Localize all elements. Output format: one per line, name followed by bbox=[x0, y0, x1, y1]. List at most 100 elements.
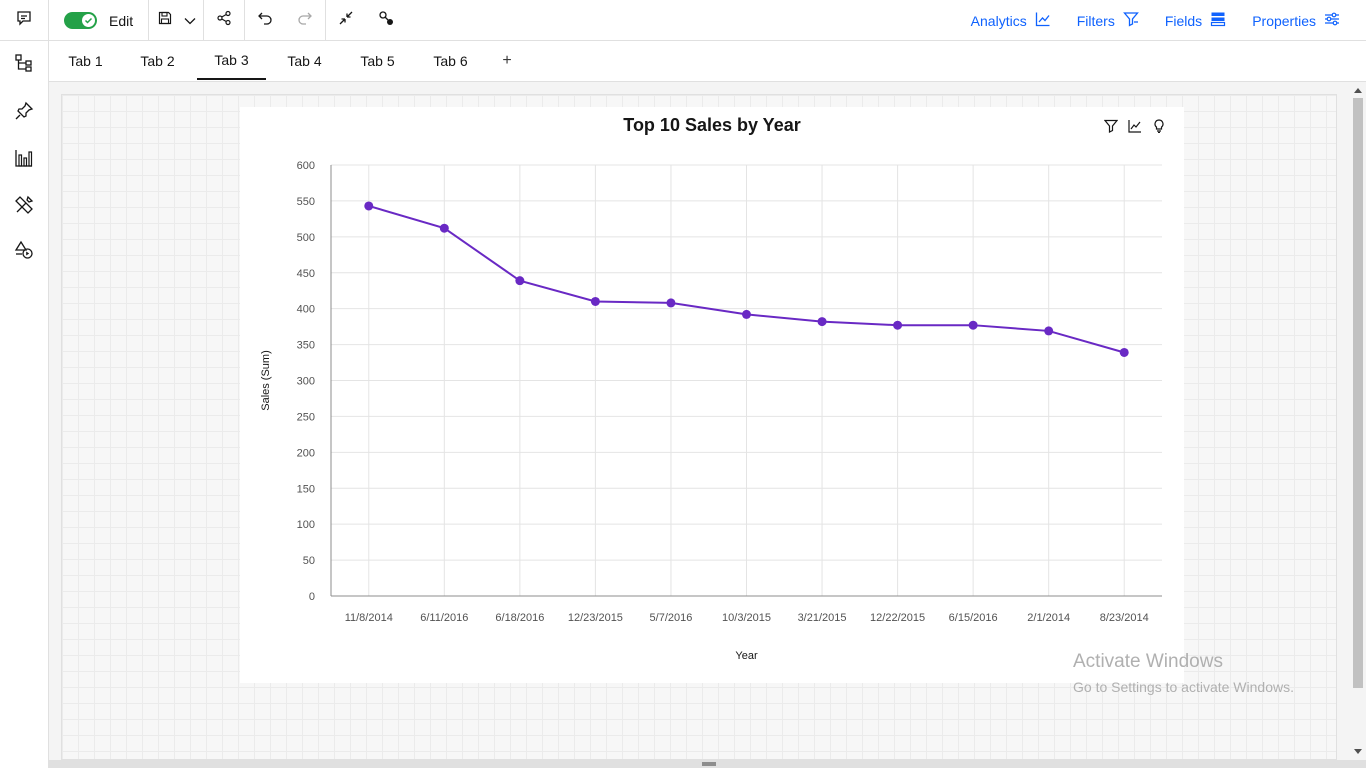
lightbulb-icon[interactable] bbox=[1152, 119, 1166, 133]
share-icon bbox=[216, 10, 232, 31]
data-point bbox=[968, 320, 978, 330]
tab-5[interactable]: Tab 5 bbox=[349, 41, 406, 80]
filters-label: Filters bbox=[1076, 12, 1115, 29]
y-tick-label: 600 bbox=[297, 160, 315, 172]
x-axis-title: Year bbox=[735, 650, 758, 662]
assets-button[interactable] bbox=[13, 195, 35, 218]
tab-3[interactable]: Tab 3 bbox=[197, 41, 266, 80]
chart-widget[interactable]: Top 10 Sales by Year 0 50 100 150 200 250 300 3… bbox=[240, 107, 1184, 683]
data-point bbox=[439, 223, 449, 233]
widget-toolbar bbox=[1104, 119, 1166, 133]
x-tick-label: 5/7/2016 bbox=[650, 612, 693, 624]
edit-toggle[interactable]: Edit bbox=[64, 0, 133, 41]
filter-icon[interactable] bbox=[1104, 119, 1118, 133]
pin-icon bbox=[14, 101, 34, 126]
divider bbox=[203, 0, 204, 41]
tab-1[interactable]: Tab 1 bbox=[57, 41, 114, 80]
fields-label: Fields bbox=[1164, 12, 1203, 29]
properties-label: Properties bbox=[1252, 12, 1316, 29]
tab-label: Tab 6 bbox=[433, 52, 468, 69]
y-tick-label: 400 bbox=[297, 304, 315, 316]
visualizations-button[interactable] bbox=[13, 149, 35, 171]
x-tick-label: 12/23/2015 bbox=[568, 612, 623, 624]
shapes-media-icon bbox=[14, 240, 34, 265]
scroll-down-arrow[interactable] bbox=[1354, 749, 1362, 754]
y-tick-label: 500 bbox=[297, 232, 315, 244]
widgets-button[interactable] bbox=[13, 240, 35, 265]
tab-label: Tab 5 bbox=[360, 52, 395, 69]
data-point bbox=[1044, 326, 1054, 336]
y-tick-label: 350 bbox=[297, 340, 315, 352]
fields-icon bbox=[1210, 11, 1226, 30]
divider bbox=[244, 0, 245, 41]
collapse-button[interactable] bbox=[335, 0, 357, 41]
data-point bbox=[1119, 347, 1129, 357]
filter-icon bbox=[1122, 11, 1139, 30]
divider bbox=[148, 0, 149, 41]
x-tick-label: 6/18/2016 bbox=[495, 612, 544, 624]
edit-label: Edit bbox=[109, 12, 134, 29]
watermark-subtitle: Go to Settings to activate Windows. bbox=[1073, 679, 1294, 695]
data-point bbox=[364, 201, 374, 211]
comment-icon bbox=[16, 10, 32, 31]
check-icon bbox=[82, 14, 95, 27]
y-tick-label: 100 bbox=[297, 519, 315, 531]
analytics-button[interactable]: Analytics bbox=[971, 11, 1051, 30]
drag-handle[interactable] bbox=[702, 762, 716, 766]
scroll-up-arrow[interactable] bbox=[1354, 88, 1362, 93]
toggle-switch[interactable] bbox=[64, 12, 97, 29]
undo-button[interactable] bbox=[254, 0, 276, 41]
advanced-button[interactable] bbox=[375, 0, 397, 41]
top-toolbar: Edit Analytics Filters Fields Properties bbox=[0, 0, 1366, 41]
properties-icon bbox=[1324, 11, 1340, 30]
share-button[interactable] bbox=[213, 0, 235, 41]
tab-label: Tab 1 bbox=[68, 52, 103, 69]
chart-title: Top 10 Sales by Year bbox=[623, 115, 801, 135]
y-tick-label: 50 bbox=[303, 555, 315, 567]
analytics-icon bbox=[1035, 11, 1051, 30]
x-tick-label: 6/15/2016 bbox=[949, 612, 998, 624]
fields-button[interactable]: Fields bbox=[1165, 11, 1226, 30]
undo-icon bbox=[257, 11, 273, 30]
redo-icon bbox=[297, 11, 313, 30]
tab-label: Tab 4 bbox=[287, 52, 322, 69]
y-tick-label: 200 bbox=[297, 447, 315, 459]
x-tick-label: 11/8/2014 bbox=[345, 612, 393, 624]
left-rail bbox=[0, 41, 49, 768]
filters-button[interactable]: Filters bbox=[1077, 11, 1139, 30]
comments-button[interactable] bbox=[0, 0, 49, 41]
bar-chart-icon bbox=[14, 148, 34, 173]
x-tick-label: 6/11/2016 bbox=[420, 612, 468, 624]
data-point bbox=[666, 298, 676, 308]
y-tick-label: 450 bbox=[297, 268, 315, 280]
data-tree-button[interactable] bbox=[13, 53, 35, 76]
x-tick-label: 10/3/2015 bbox=[722, 612, 771, 624]
scroll-thumb[interactable] bbox=[1353, 98, 1363, 688]
bottom-panel-bar[interactable] bbox=[49, 760, 1366, 768]
pin-button[interactable] bbox=[13, 101, 35, 126]
x-tick-label: 12/22/2015 bbox=[870, 612, 925, 624]
x-tick-label: 8/23/2014 bbox=[1100, 612, 1149, 624]
chevron-down-icon bbox=[184, 12, 196, 30]
redo-button[interactable] bbox=[294, 0, 316, 41]
y-tick-label: 550 bbox=[297, 196, 315, 208]
tab-4[interactable]: Tab 4 bbox=[276, 41, 333, 80]
tab-2[interactable]: Tab 2 bbox=[129, 41, 186, 80]
data-point bbox=[515, 276, 525, 286]
toolbar-actions: Analytics Filters Fields Properties bbox=[971, 0, 1340, 41]
save-icon bbox=[158, 11, 172, 30]
x-tick-label: 3/21/2015 bbox=[798, 612, 847, 624]
y-tick-label: 150 bbox=[297, 483, 315, 495]
tab-6[interactable]: Tab 6 bbox=[422, 41, 479, 80]
y-axis-title: Sales (Sum) bbox=[260, 350, 272, 411]
tab-label: Tab 2 bbox=[140, 52, 175, 69]
properties-button[interactable]: Properties bbox=[1252, 11, 1340, 30]
divider bbox=[325, 0, 326, 41]
save-menu-button[interactable] bbox=[180, 0, 200, 41]
trend-icon[interactable] bbox=[1128, 119, 1142, 133]
add-tab-button[interactable]: + bbox=[497, 41, 517, 80]
watermark-title: Activate Windows bbox=[1073, 651, 1223, 672]
save-button[interactable] bbox=[154, 0, 176, 41]
pipeline-icon bbox=[378, 10, 394, 31]
vertical-scrollbar[interactable] bbox=[1350, 82, 1366, 760]
